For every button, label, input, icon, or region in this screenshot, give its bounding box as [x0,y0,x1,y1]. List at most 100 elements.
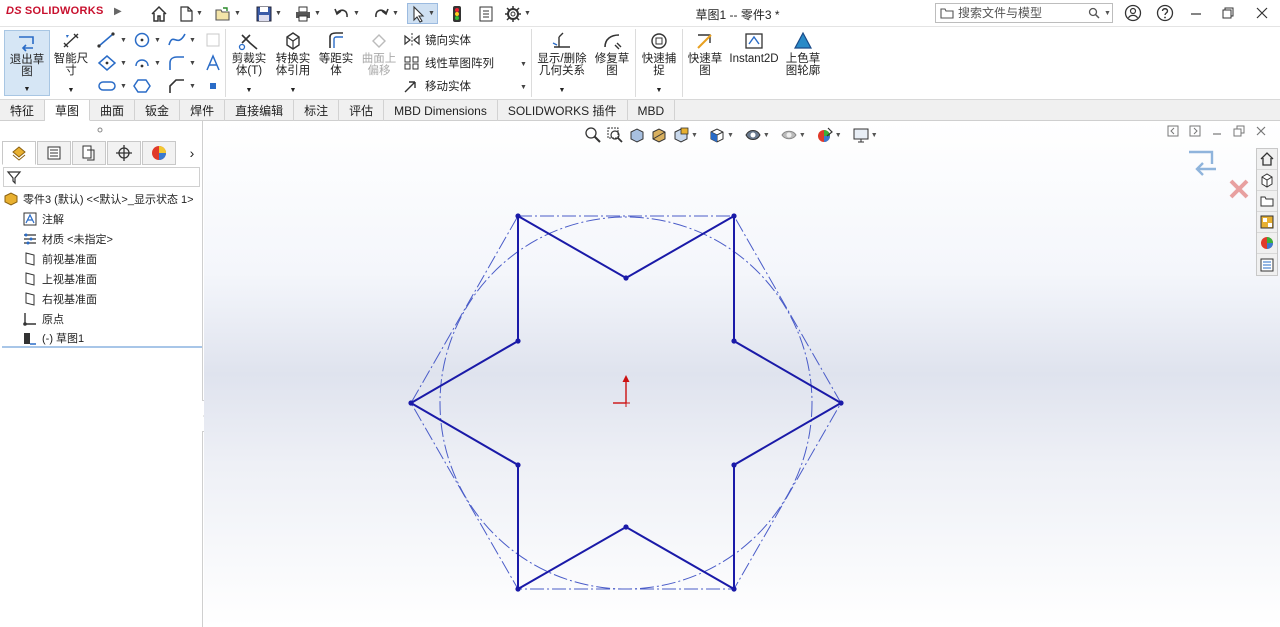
arc-dropdown-icon[interactable]: ▼ [154,60,161,67]
panel-collapse-handle[interactable] [96,126,104,134]
help-button[interactable] [1155,4,1175,22]
surface-sketch-button[interactable] [204,31,222,49]
display-delete-relations-button[interactable]: 显示/删除 几何关系 ▼ [534,31,590,97]
tab-feature-manager[interactable] [2,141,36,165]
tab-configuration-manager[interactable] [72,141,106,165]
instant2d-button[interactable]: Instant2D [728,31,780,65]
task-pane-design-library[interactable] [1257,170,1277,191]
select-button[interactable]: ▼ [407,3,438,24]
sketch-point[interactable] [623,524,629,530]
tab-weldments[interactable]: 焊件 [180,100,226,121]
tab-sheet-metal[interactable]: 钣金 [135,100,181,121]
search-icon[interactable] [1088,7,1100,19]
tab-surfaces[interactable]: 曲面 [90,100,136,121]
search-input[interactable] [958,6,1084,20]
tree-item-origin[interactable]: 原点 [22,309,64,328]
sketch-point[interactable] [731,338,737,344]
rectangle-dropdown-icon[interactable]: ▼ [120,60,127,67]
file-properties-button[interactable] [478,3,494,24]
sketch-point[interactable] [731,213,737,219]
tree-root-part[interactable]: 零件3 (默认) <<默认>_显示状态 1> [3,189,194,208]
move-entities-button[interactable]: 移动实体 [403,78,471,94]
circle-tool-button[interactable] [132,31,152,49]
tree-filter[interactable] [3,167,200,187]
sketch-point[interactable] [515,462,521,468]
rebuild-button[interactable] [450,3,464,24]
tab-sketch[interactable]: 草图 [45,100,91,121]
tree-item-material[interactable]: 材质 <未指定> [22,229,113,248]
arc-tool-button[interactable] [132,54,152,72]
offset-on-surface-button[interactable]: 曲面上 偏移 [358,31,400,77]
sketch-point[interactable] [408,400,414,406]
tab-mbd[interactable]: MBD [628,100,676,121]
task-pane-appearances[interactable] [1257,233,1277,254]
sketch-point[interactable] [838,400,844,406]
spline-dropdown-icon[interactable]: ▼ [189,37,196,44]
smart-dimension-button[interactable]: 智能尺 寸 ▼ [52,31,90,97]
tab-direct-editing[interactable]: 直接编辑 [225,100,295,121]
sketch-point[interactable] [731,462,737,468]
tab-property-manager[interactable] [37,141,71,165]
sketch-point[interactable] [623,275,629,281]
fillet-dropdown-icon[interactable]: ▼ [189,60,196,67]
chamfer-dropdown-icon[interactable]: ▼ [189,83,196,90]
rapid-sketch-button[interactable]: 快速草 图 [684,31,726,77]
slot-dropdown-icon[interactable]: ▼ [120,83,127,90]
sketch-point[interactable] [515,338,521,344]
sketch-canvas[interactable] [204,121,1280,627]
slot-tool-button[interactable] [96,77,118,95]
solidworks-logo[interactable]: DS SOLIDWORKS [6,5,104,17]
search-dropdown-icon[interactable]: ▼ [1104,10,1111,17]
trim-dropdown-icon[interactable]: ▼ [246,85,253,97]
tab-solidworks-addins[interactable]: SOLIDWORKS 插件 [498,100,628,121]
tree-item-right-plane[interactable]: 右视基准面 [22,289,97,308]
tab-markup[interactable]: 标注 [294,100,340,121]
print-button[interactable]: ▼ [294,3,321,24]
fillet-tool-button[interactable] [167,54,187,72]
sketch-origin-icon[interactable] [613,375,630,407]
mirror-entities-button[interactable]: 镜向实体 [403,32,471,48]
task-pane-view-palette[interactable] [1257,212,1277,233]
chamfer-tool-button[interactable] [167,77,187,95]
panel-tabs-more-icon[interactable]: › [184,144,200,162]
shaded-sketch-button[interactable]: 上色草 图轮廓 [782,31,824,77]
convert-entities-button[interactable]: 转换实 体引用 ▼ [272,31,314,97]
save-button[interactable]: ▼ [255,3,282,24]
tab-dimxpert-manager[interactable] [107,141,141,165]
tree-item-sketch1[interactable]: (-) 草图1 [22,328,84,347]
undo-button[interactable]: ▼ [333,3,360,24]
tab-display-manager[interactable] [142,141,176,165]
tree-rollback-bar[interactable] [2,346,202,348]
circle-dropdown-icon[interactable]: ▼ [154,37,161,44]
options-button[interactable]: ▼ [504,3,531,24]
restore-button[interactable] [1218,4,1238,22]
quick-snaps-dropdown-icon[interactable]: ▼ [656,85,663,97]
point-tool-button[interactable] [206,79,220,93]
text-tool-button[interactable] [204,54,222,72]
task-pane-file-explorer[interactable] [1257,191,1277,212]
line-dropdown-icon[interactable]: ▼ [120,37,127,44]
menu-expand-icon[interactable]: ▶ [114,6,122,17]
relations-dropdown-icon[interactable]: ▼ [559,85,566,97]
offset-entities-button[interactable]: 等距实 体 [316,31,356,77]
task-pane-home[interactable] [1257,149,1277,170]
repair-sketch-button[interactable]: 修复草 图 [592,31,632,77]
tab-mbd-dimensions[interactable]: MBD Dimensions [384,100,498,121]
graphics-area[interactable]: ▼ ▼ ▼ ▼ ▼ ▼ [204,121,1280,627]
tree-item-top-plane[interactable]: 上视基准面 [22,269,97,288]
line-tool-button[interactable] [96,31,118,49]
quick-snaps-button[interactable]: 快速捕 捉 ▼ [638,31,680,97]
tab-evaluate[interactable]: 评估 [339,100,385,121]
account-button[interactable] [1123,4,1143,22]
sketch-point[interactable] [515,213,521,219]
exit-sketch-dropdown-icon[interactable]: ▼ [24,84,31,96]
smart-dimension-dropdown-icon[interactable]: ▼ [68,85,75,97]
tab-features[interactable]: 特征 [0,100,46,121]
linear-pattern-button[interactable]: 线性草图阵列 [403,55,494,71]
new-document-button[interactable]: ▼ [178,3,203,24]
search-box[interactable]: ▼ [935,3,1113,23]
spline-tool-button[interactable] [167,31,187,49]
open-button[interactable]: ▼ [214,3,241,24]
polygon-tool-button[interactable] [132,77,152,95]
home-button[interactable] [150,3,168,24]
